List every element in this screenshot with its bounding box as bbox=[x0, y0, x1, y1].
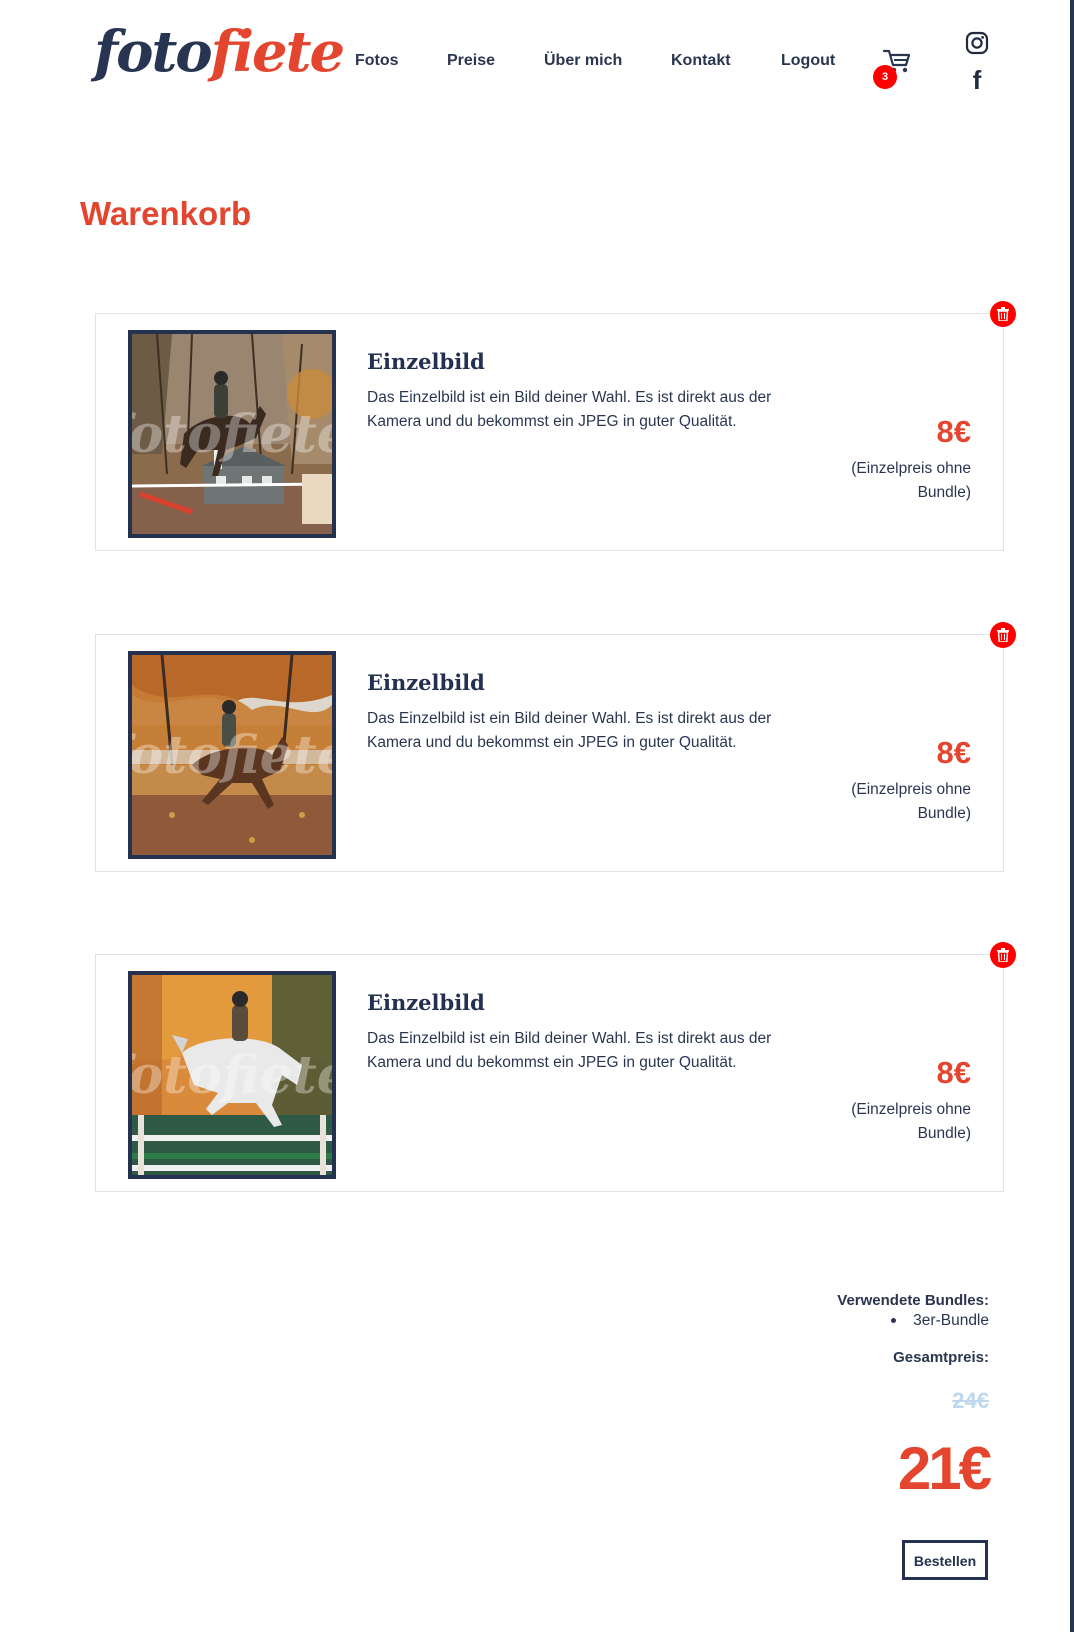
product-thumbnail[interactable]: fotofiete bbox=[128, 330, 336, 538]
logo-text-fiete: fiete bbox=[210, 19, 345, 85]
bundles-label: Verwendete Bundles: bbox=[837, 1292, 989, 1309]
item-title: Einzelbild bbox=[367, 990, 485, 1015]
facebook-icon[interactable]: f bbox=[966, 67, 988, 93]
delete-item-button[interactable] bbox=[990, 942, 1016, 968]
nav-kontakt[interactable]: Kontakt bbox=[671, 52, 731, 76]
item-price: 8€ bbox=[936, 414, 971, 449]
watermark-text: fotofiete bbox=[132, 725, 332, 786]
nav-logout[interactable]: Logout bbox=[781, 52, 835, 76]
cart-item: fotofiete Einzelbild Das Einzelbild ist … bbox=[95, 301, 1016, 551]
cart-count-badge: 3 bbox=[873, 65, 897, 89]
item-price: 8€ bbox=[936, 735, 971, 770]
site-logo[interactable]: fotofiete bbox=[94, 18, 345, 86]
original-price: 24€ bbox=[952, 1388, 989, 1413]
watermark-text: fotofiete bbox=[132, 404, 332, 465]
item-title: Einzelbild bbox=[367, 670, 485, 695]
item-price-note: (Einzelpreis ohne Bundle) bbox=[851, 1101, 971, 1142]
total-price: 21€ bbox=[897, 1435, 992, 1502]
cart-item: fotofiete Einzelbild Das Einzelbild ist … bbox=[95, 942, 1016, 1192]
item-price-note: (Einzelpreis ohne Bundle) bbox=[851, 781, 971, 822]
delete-item-button[interactable] bbox=[990, 301, 1016, 327]
bullet-icon bbox=[891, 1318, 897, 1324]
item-description: Das Einzelbild ist ein Bild deiner Wahl.… bbox=[367, 1030, 772, 1071]
watermark-text: fotofiete bbox=[132, 1045, 332, 1106]
product-thumbnail[interactable]: fotofiete bbox=[128, 971, 336, 1179]
delete-item-button[interactable] bbox=[990, 622, 1016, 648]
trash-icon bbox=[997, 307, 1009, 321]
total-label: Gesamtpreis: bbox=[893, 1349, 989, 1366]
order-button[interactable]: Bestellen bbox=[902, 1540, 988, 1580]
nav-ueber-mich[interactable]: Über mich bbox=[544, 52, 622, 76]
cart-item: fotofiete Einzelbild Das Einzelbild ist … bbox=[95, 622, 1016, 872]
logo-text-foto: foto bbox=[94, 19, 213, 85]
trash-icon bbox=[997, 628, 1009, 642]
nav-fotos[interactable]: Fotos bbox=[355, 52, 399, 76]
item-price: 8€ bbox=[936, 1055, 971, 1090]
item-description: Das Einzelbild ist ein Bild deiner Wahl.… bbox=[367, 710, 772, 751]
page-title: Warenkorb bbox=[80, 195, 252, 232]
right-edge-bar bbox=[1070, 0, 1074, 1632]
product-thumbnail[interactable]: fotofiete bbox=[128, 651, 336, 859]
bundle-name: 3er-Bundle bbox=[913, 1312, 989, 1329]
item-title: Einzelbild bbox=[367, 349, 485, 374]
trash-icon bbox=[997, 948, 1009, 962]
nav-preise[interactable]: Preise bbox=[447, 52, 495, 76]
instagram-icon[interactable] bbox=[965, 31, 989, 55]
item-description: Das Einzelbild ist ein Bild deiner Wahl.… bbox=[367, 389, 772, 430]
item-price-note: (Einzelpreis ohne Bundle) bbox=[851, 460, 971, 501]
bundle-list-item: 3er-Bundle bbox=[891, 1311, 989, 1331]
